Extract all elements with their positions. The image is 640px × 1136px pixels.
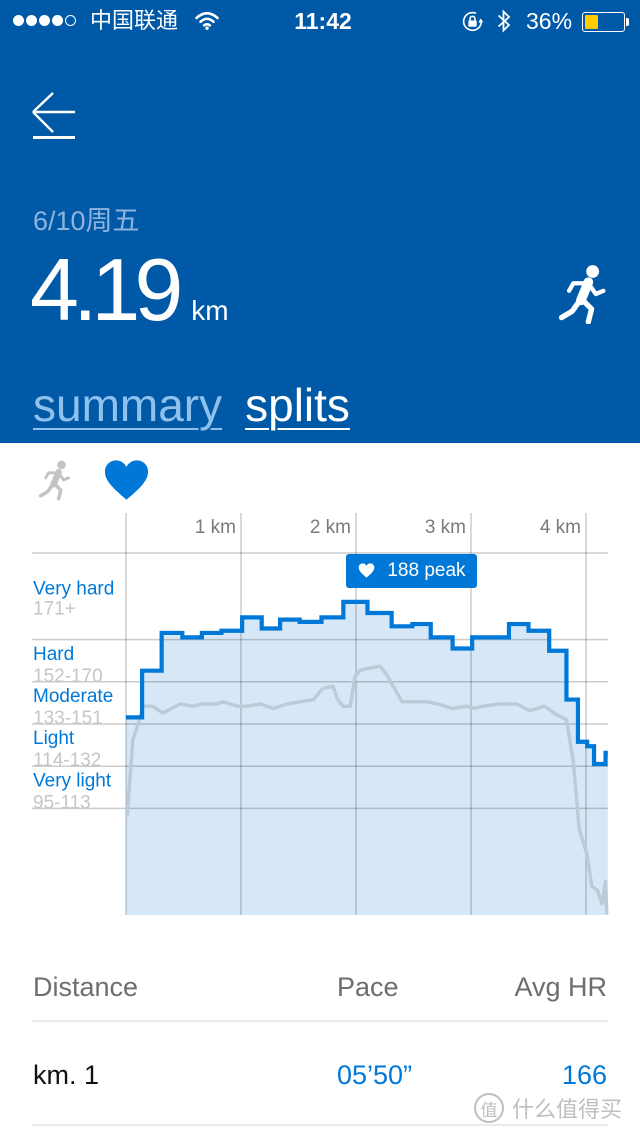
table-divider	[32, 1020, 608, 1022]
zone-range-label: 95-113	[33, 792, 91, 813]
distance-value: 4.19	[30, 240, 183, 339]
activity-date: 6/10周五	[33, 206, 140, 236]
peak-label: 188 peak	[387, 559, 466, 581]
zone-range-label: 114-132	[33, 750, 101, 771]
header: 中国联通 11:42 36% 6/10周五 4.19 km summary sp…	[0, 0, 640, 443]
zone-range-label: 152-170	[33, 666, 103, 687]
watermark-badge: 值	[474, 1093, 504, 1123]
heart-icon	[359, 563, 375, 579]
run-icon	[558, 265, 606, 324]
tab-summary[interactable]: summary	[33, 382, 222, 428]
distance-unit: km	[191, 295, 229, 326]
run-icon[interactable]	[37, 459, 73, 501]
split-row-pace: 05’50”	[337, 1060, 413, 1090]
zone-range-label: 171+	[33, 599, 76, 620]
zone-name-label: Light	[33, 728, 75, 749]
zone-name-label: Hard	[33, 644, 74, 665]
heart-rate-area-fill	[126, 601, 608, 915]
battery-nub	[626, 18, 629, 26]
column-header-distance: Distance	[33, 972, 139, 1002]
watermark: 值 什么值得买	[474, 1092, 622, 1124]
view-tabs: summary splits	[33, 382, 350, 428]
zone-name-label: Very light	[33, 770, 112, 791]
bluetooth-icon	[497, 9, 511, 33]
zone-name-label: Moderate	[33, 686, 113, 707]
battery-level-fill	[585, 15, 599, 29]
heart-rate-chart: 1 km 2 km 3 km 4 km Very hard171+ Hard152-170…	[32, 513, 609, 915]
x-tick-label: 3 km	[425, 517, 466, 538]
distance-readout: 4.19 km	[30, 246, 229, 334]
split-row-distance: km. 1	[33, 1060, 100, 1090]
rotation-lock-icon	[462, 11, 484, 32]
heart-icon[interactable]	[104, 459, 149, 501]
tab-splits[interactable]: splits	[245, 382, 350, 428]
watermark-text: 什么值得买	[512, 1097, 623, 1122]
column-header-avg-hr: Avg HR	[514, 972, 607, 1002]
battery-icon	[582, 12, 625, 32]
x-tick-label: 2 km	[310, 517, 351, 538]
peak-badge: 188 peak	[346, 553, 477, 588]
split-row-avg-hr: 166	[561, 1060, 607, 1090]
x-tick-label: 1 km	[195, 517, 236, 538]
column-header-pace: Pace	[337, 972, 399, 1002]
x-tick-label: 4 km	[540, 517, 581, 538]
battery-percent: 36%	[526, 8, 573, 34]
table-divider	[32, 1124, 608, 1126]
zone-range-label: 133-151	[33, 708, 103, 729]
back-arrow-icon[interactable]	[28, 90, 78, 142]
zone-name-label: Very hard	[33, 579, 114, 600]
